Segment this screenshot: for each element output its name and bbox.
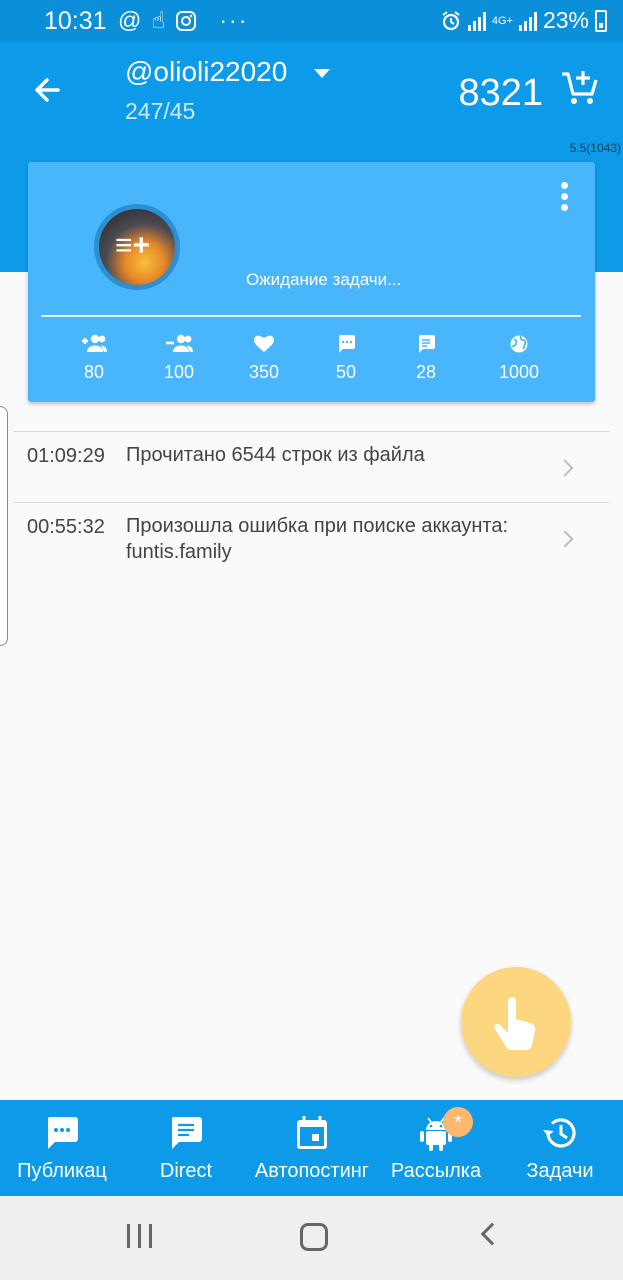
home-icon[interactable] (300, 1223, 328, 1251)
stat-unfollow: 100 (139, 332, 219, 383)
notification-badge: * (443, 1107, 473, 1137)
playlist-add-icon: ≡+ (115, 229, 151, 262)
back-arrow-icon[interactable] (28, 70, 68, 110)
calendar-icon (297, 1116, 327, 1149)
nav-publications[interactable]: Публикац (13, 1114, 111, 1183)
stat-comment: 50 (306, 332, 386, 383)
account-selector[interactable]: @olioli22020 (125, 56, 287, 88)
chevron-right-icon (556, 459, 574, 477)
log-time: 01:09:29 (27, 445, 105, 467)
globe-icon (510, 335, 528, 353)
avatar[interactable]: ≡+ (94, 204, 180, 290)
status-time: 10:31 (44, 7, 107, 35)
side-panel-handle[interactable] (0, 406, 8, 646)
battery-percent: 23% (542, 7, 589, 33)
status-bar: 10:31 @ ☝ ··· 4G+ 23% (0, 0, 623, 42)
task-status: Ожидание задачи... (246, 270, 402, 289)
instagram-icon (176, 10, 197, 31)
comment-icon (339, 335, 355, 353)
account-card: ≡+ Ожидание задачи... 80 100 350 50 28 1… (28, 162, 595, 402)
nav-tasks[interactable]: Задачи (520, 1114, 600, 1183)
list-item[interactable]: 00:55:32 Произошла ошибка при поиске акк… (13, 502, 609, 574)
task-log: 01:09:29 Прочитано 6544 строк из файла 0… (13, 431, 609, 574)
start-task-fab[interactable] (461, 967, 571, 1077)
touch-app-icon (494, 997, 536, 1050)
nav-mailing[interactable]: * Рассылка (387, 1107, 485, 1183)
stat-direct: 28 (386, 332, 466, 383)
log-message: Прочитано 6544 строк из файла (126, 444, 425, 466)
direct-message-icon (419, 335, 435, 353)
unfollow-icon (166, 334, 193, 352)
card-divider (41, 315, 581, 317)
app-version: 5.5(1043) (569, 141, 621, 155)
app-bar: @olioli22020 247/45 8321 (0, 42, 623, 138)
follow-icon (82, 334, 107, 352)
at-icon: @ (118, 7, 142, 33)
system-nav-bar (0, 1196, 623, 1280)
stats-row: 80 100 350 50 28 1000 (28, 332, 595, 392)
list-item[interactable]: 01:09:29 Прочитано 6544 строк из файла (13, 431, 609, 502)
add-cart-icon[interactable] (559, 68, 599, 108)
log-time: 00:55:32 (27, 516, 105, 538)
account-counts: 247/45 (125, 98, 196, 124)
nav-direct[interactable]: Direct (151, 1114, 221, 1183)
nav-autoposting[interactable]: Автопостинг (249, 1114, 375, 1183)
signal-icon (467, 11, 486, 31)
history-icon (543, 1118, 576, 1148)
avatar-image: ≡+ (99, 209, 175, 285)
alarm-icon (442, 10, 460, 30)
chevron-down-icon[interactable] (314, 69, 330, 78)
log-message: Произошла ошибка при поиске аккаунта: fu… (126, 515, 509, 563)
recents-icon[interactable] (127, 1224, 153, 1248)
chevron-right-icon (556, 530, 574, 548)
bottom-navigation: Публикац Direct Автопостинг * Рассылка З… (0, 1100, 623, 1196)
more-icon: ··· (219, 7, 249, 33)
chat-icon (47, 1117, 78, 1149)
like-icon (253, 335, 275, 352)
credits-count: 8321 (458, 72, 543, 114)
stat-follow: 80 (54, 332, 134, 383)
battery-icon (595, 9, 607, 32)
signal-icon (518, 11, 537, 31)
touch-icon: ☝ (151, 7, 166, 33)
stat-global: 1000 (479, 332, 559, 383)
message-icon (171, 1117, 202, 1149)
network-type: 4G+ (491, 14, 513, 27)
more-vert-icon[interactable] (559, 182, 569, 212)
stat-like: 350 (224, 332, 304, 383)
back-icon[interactable] (480, 1222, 504, 1246)
